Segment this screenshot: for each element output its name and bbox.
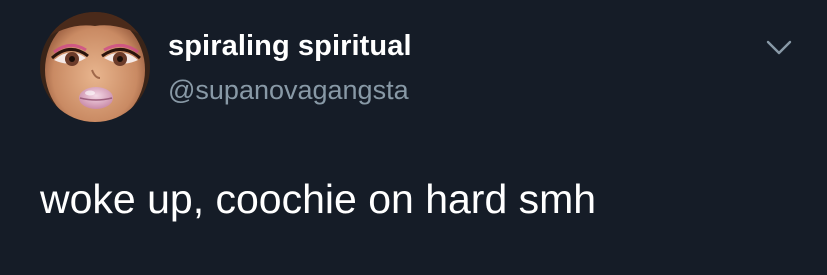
chevron-down-icon <box>766 40 792 55</box>
tweet-text: woke up, coochie on hard smh <box>40 176 597 222</box>
doll-face-avatar-icon <box>40 12 150 122</box>
avatar[interactable] <box>40 12 150 122</box>
more-options-button[interactable] <box>762 34 796 62</box>
display-name[interactable]: spiraling spiritual <box>168 30 412 63</box>
tweet-card: spiraling spiritual @supanovagangsta wok… <box>0 0 827 275</box>
user-handle[interactable]: @supanovagangsta <box>168 75 409 106</box>
